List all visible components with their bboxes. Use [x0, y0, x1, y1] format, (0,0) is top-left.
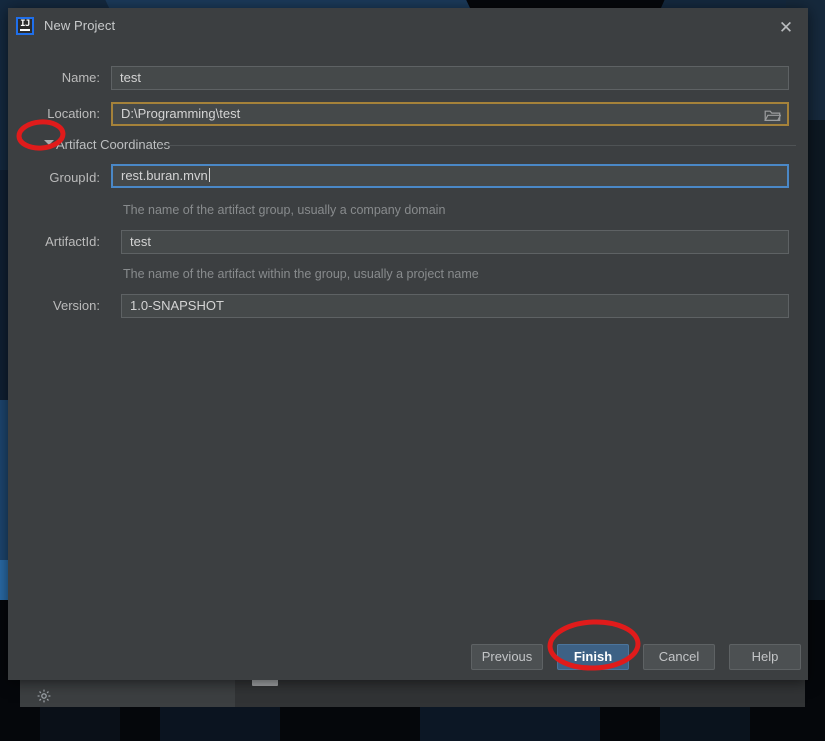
help-button[interactable]: Help: [729, 644, 801, 670]
folder-icon[interactable]: [764, 108, 782, 123]
artifact-id-input[interactable]: test: [121, 230, 789, 254]
screen: IJ New Project ✕ Name: test Location: D:…: [0, 0, 825, 741]
cancel-button[interactable]: Cancel: [643, 644, 715, 670]
name-input[interactable]: test: [111, 66, 789, 90]
location-input-value: D:\Programming\test: [121, 106, 241, 121]
artifact-coordinates-toggle-chevron-down-icon[interactable]: [44, 140, 54, 145]
location-input[interactable]: D:\Programming\test: [111, 102, 789, 126]
name-label: Name:: [61, 70, 100, 85]
artifact-id-hint: The name of the artifact within the grou…: [123, 267, 479, 281]
dialog-title: New Project: [44, 18, 116, 33]
intellij-idea-icon: IJ: [16, 17, 34, 35]
version-input[interactable]: 1.0-SNAPSHOT: [121, 294, 789, 318]
artifact-id-label: ArtifactId:: [45, 234, 100, 249]
group-id-input[interactable]: rest.buran.mvn: [111, 164, 789, 188]
version-label: Version:: [53, 298, 100, 313]
dialog-titlebar: IJ New Project ✕: [8, 8, 808, 46]
close-icon[interactable]: ✕: [776, 18, 796, 38]
artifact-coordinates-section-title: Artifact Coordinates: [56, 137, 171, 152]
location-label: Location:: [47, 106, 100, 121]
previous-button[interactable]: Previous: [471, 644, 543, 670]
gear-icon[interactable]: [36, 688, 52, 704]
section-divider: [158, 145, 796, 146]
finish-button[interactable]: Finish: [557, 644, 629, 670]
new-project-dialog: IJ New Project ✕ Name: test Location: D:…: [8, 8, 808, 680]
group-id-label: GroupId:: [49, 170, 100, 185]
group-id-hint: The name of the artifact group, usually …: [123, 203, 446, 217]
group-id-input-value: rest.buran.mvn: [121, 168, 208, 183]
